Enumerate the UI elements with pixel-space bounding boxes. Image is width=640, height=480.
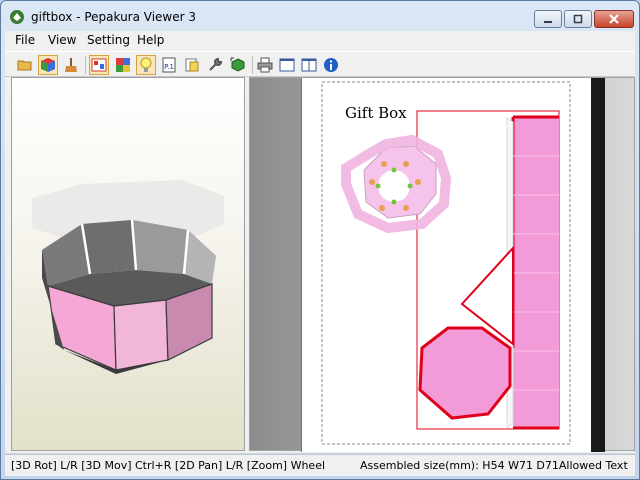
2d-layout-icon[interactable] bbox=[89, 55, 109, 75]
toolbar-separator bbox=[252, 56, 253, 74]
window-title: giftbox - Pepakura Viewer 3 bbox=[31, 10, 197, 24]
printer-icon[interactable] bbox=[255, 55, 275, 75]
page-number-icon[interactable]: P.1 bbox=[159, 55, 179, 75]
title-bar[interactable]: giftbox - Pepakura Viewer 3 bbox=[1, 1, 639, 31]
status-controls-hint: [3D Rot] L/R [3D Mov] Ctrl+R [2D Pan] L/… bbox=[11, 459, 326, 472]
octagon-lid-part bbox=[341, 134, 452, 234]
lightbulb-icon[interactable] bbox=[136, 55, 156, 75]
note-icon[interactable] bbox=[182, 55, 202, 75]
open-folder-icon[interactable] bbox=[15, 55, 35, 75]
menu-bar: File View Setting Help bbox=[5, 31, 635, 51]
svg-text:P.1: P.1 bbox=[164, 63, 174, 71]
status-bar: [3D Rot] L/R [3D Mov] Ctrl+R [2D Pan] L/… bbox=[5, 454, 635, 476]
toolbar-separator bbox=[85, 56, 86, 74]
2d-pattern-view[interactable]: Gift Box bbox=[249, 77, 635, 452]
client-area: Gift Box bbox=[5, 77, 635, 453]
menu-file[interactable]: File bbox=[15, 33, 35, 47]
3d-cube-icon[interactable] bbox=[38, 55, 58, 75]
menu-view[interactable]: View bbox=[48, 33, 76, 47]
toolbar: P.1 bbox=[5, 51, 635, 77]
pattern-title: Gift Box bbox=[345, 104, 407, 122]
wrench-icon[interactable] bbox=[205, 55, 225, 75]
maximize-button[interactable] bbox=[564, 10, 592, 28]
dual-pane-icon[interactable] bbox=[299, 55, 319, 75]
3d-view[interactable] bbox=[11, 77, 245, 451]
cleaner-brush-icon[interactable] bbox=[61, 55, 81, 75]
menu-setting[interactable]: Setting bbox=[87, 33, 130, 47]
minimize-icon bbox=[544, 21, 552, 23]
color-cube-icon[interactable] bbox=[113, 55, 133, 75]
sheet-edge bbox=[591, 78, 605, 452]
maximize-icon bbox=[573, 14, 583, 24]
info-icon[interactable] bbox=[321, 55, 341, 75]
pepakura-app-icon bbox=[9, 9, 25, 25]
sheet-graphics bbox=[321, 81, 571, 445]
close-button[interactable] bbox=[594, 10, 634, 28]
3d-model-giftbox bbox=[32, 180, 224, 374]
close-icon bbox=[609, 14, 619, 24]
select-face-icon[interactable] bbox=[228, 55, 248, 75]
app-window: giftbox - Pepakura Viewer 3 File View Se… bbox=[0, 0, 640, 480]
paper-sheet: Gift Box bbox=[301, 78, 591, 452]
single-pane-icon[interactable] bbox=[277, 55, 297, 75]
status-assembled-size: Assembled size(mm): H54 W71 D71Allowed T… bbox=[360, 459, 628, 472]
octagon-base-part bbox=[418, 326, 512, 420]
menu-help[interactable]: Help bbox=[137, 33, 164, 47]
minimize-button[interactable] bbox=[534, 10, 562, 28]
